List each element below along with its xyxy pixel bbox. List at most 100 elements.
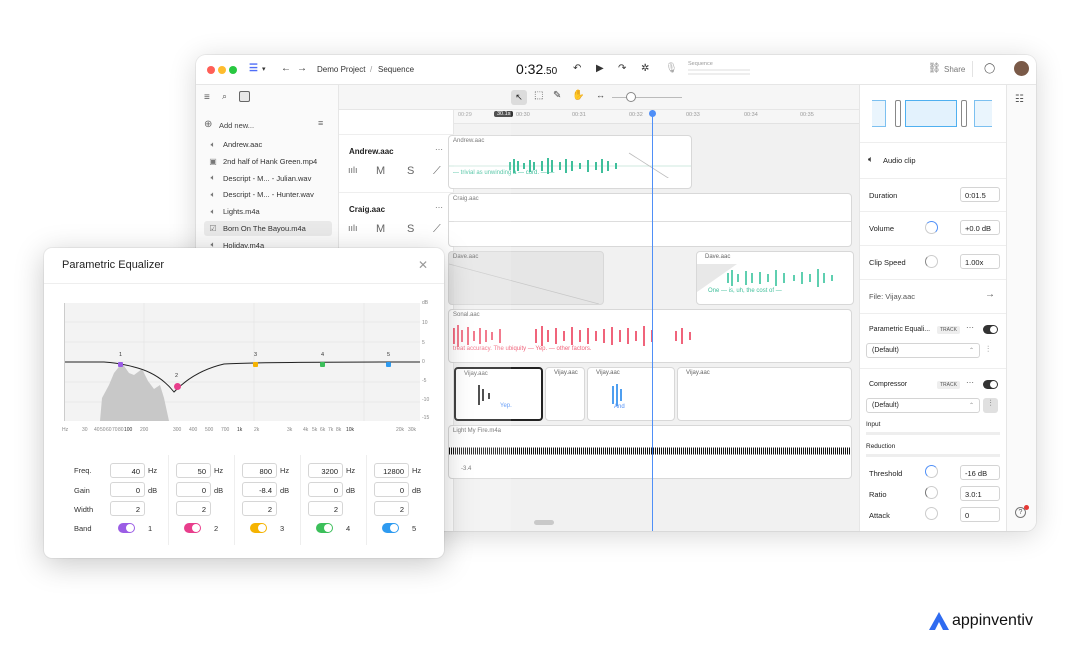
gain-field[interactable]: 0 [176,482,211,497]
chevron-down-icon[interactable]: ▾ [262,65,266,73]
mute-button[interactable]: M [376,165,385,177]
fast-forward-icon[interactable]: ↷ [618,63,626,74]
avatar[interactable] [1014,61,1029,76]
add-icon[interactable]: ⊕ [204,119,212,130]
track-header[interactable]: Andrew.aac ⋯ ıılı M S ⟋ [339,134,454,190]
search-icon[interactable]: ⌕ [222,91,227,102]
time-ruler[interactable]: 00:29 30.1s 00:30 00:31 00:32 00:33 00:3… [454,110,859,124]
threshold-field[interactable]: -16 dB [960,465,1000,480]
properties-icon[interactable]: ☷ [1015,94,1024,105]
attack-field[interactable]: 0 [960,507,1000,522]
close-window-button[interactable] [207,66,215,74]
effects-wand-icon[interactable]: ⟋ [433,165,441,178]
compressor-preset-select[interactable]: (Default) ⌃ [866,398,980,413]
zoom-fit-icon[interactable]: ↔ [596,90,605,100]
threshold-knob[interactable] [925,465,938,478]
freq-field[interactable]: 3200 [308,463,343,478]
duration-field[interactable]: 0:01.5 [960,187,1000,202]
volume-knob[interactable] [925,221,938,234]
clip-speed-field[interactable]: 1.00x [960,254,1000,269]
gain-field[interactable]: 0 [308,482,343,497]
hand-tool-icon[interactable]: ✋ [572,90,584,101]
compressor-toggle[interactable] [983,380,998,389]
app-menu-icon[interactable]: ☰ [249,63,258,74]
eq-band-handle[interactable] [320,362,325,367]
share-button[interactable]: Share [944,65,965,74]
zoom-slider[interactable] [612,97,682,98]
eq-band-handle[interactable] [386,362,391,367]
more-icon[interactable]: ⋯ [435,203,443,212]
band-toggle[interactable] [118,523,135,533]
playhead[interactable] [652,110,653,531]
more-icon[interactable]: ⋯ [966,323,974,332]
effects-icon[interactable]: ✲ [641,63,649,74]
breadcrumb-project[interactable]: Demo Project [317,65,365,74]
effects-wand-icon[interactable]: ⟋ [433,223,441,236]
eq-settings-icon[interactable]: ⫶ [987,344,989,355]
zoom-window-button[interactable] [229,66,237,74]
speed-knob[interactable] [925,255,938,268]
freq-field[interactable]: 40 [110,463,145,478]
select-tool-icon[interactable]: ↖ [511,90,527,105]
sidebar-file-item[interactable]: 🔈︎ Lights.m4a [204,204,332,219]
arrow-right-icon[interactable]: → [985,289,995,300]
band-toggle[interactable] [316,523,333,533]
compressor-settings-icon[interactable]: ⫶ [983,398,998,413]
transcript-words[interactable]: And [614,404,625,410]
more-icon[interactable]: ⋯ [966,378,974,387]
link-icon[interactable]: ⛓ [928,63,941,74]
band-toggle[interactable] [250,523,267,533]
ratio-knob[interactable] [925,486,938,499]
play-icon[interactable]: ▶ [596,63,604,74]
track-header[interactable]: Craig.aac ⋯ ıılı M S ⟋ [339,192,454,248]
solo-button[interactable]: S [407,223,414,235]
more-icon[interactable]: ⋯ [435,145,443,154]
volume-field[interactable]: +0.0 dB [960,220,1000,235]
menu-icon[interactable]: ≡ [204,92,210,103]
close-icon[interactable]: ✕ [418,258,428,272]
eq-toggle[interactable] [983,325,998,334]
sidebar-file-item[interactable]: 🔈︎ Andrew.aac [204,137,332,152]
microphone-icon[interactable]: 🎙 [665,63,678,74]
add-new-button[interactable]: Add new... [219,121,254,130]
ratio-field[interactable]: 3.0:1 [960,486,1000,501]
gain-field[interactable]: -8.4 [242,482,277,497]
band-toggle[interactable] [184,523,201,533]
transcript-words[interactable]: One — is, uh, the cost of — [708,288,782,294]
solo-button[interactable]: S [407,165,414,177]
scroll-handle[interactable] [534,520,554,525]
freq-field[interactable]: 800 [242,463,277,478]
width-field[interactable]: 2 [242,501,277,516]
sidebar-file-item[interactable]: ▣ 2nd half of Hank Green.mp4 [204,154,332,169]
timeline[interactable]: 00:29 30.1s 00:30 00:31 00:32 00:33 00:3… [448,110,859,531]
clip-edge-handle[interactable] [961,100,967,127]
filter-icon[interactable]: ≡ [318,118,323,128]
freq-field[interactable]: 12800 [374,463,409,478]
next-clip-thumb[interactable] [974,100,992,127]
playhead-handle[interactable] [649,110,656,117]
width-field[interactable]: 2 [308,501,343,516]
clip-edge-handle[interactable] [895,100,901,127]
clip-vijay-3[interactable]: Vijay.aac And [587,367,675,421]
sidebar-file-item[interactable]: 🔈︎ Descript - M... - Hunter.wav [204,187,332,202]
eq-band-handle[interactable] [174,383,181,390]
current-clip-thumb[interactable] [905,100,957,127]
eq-band-handle[interactable] [253,362,258,367]
trim-tool-icon[interactable]: ⬚ [534,90,543,101]
width-field[interactable]: 2 [176,501,211,516]
file-row[interactable]: File: Vijay.aac → [860,280,1007,314]
mute-button[interactable]: M [376,223,385,235]
prev-clip-thumb[interactable] [872,100,886,127]
clip-dave-b[interactable]: Dave.aac One — is, uh, the cost of — [696,251,854,305]
check-circle-icon[interactable]: ◯ [984,63,995,74]
eq-band-handle[interactable] [118,362,123,367]
library-icon[interactable] [239,91,250,102]
breadcrumb-sequence[interactable]: Sequence [378,65,414,74]
back-arrow-icon[interactable]: ← [281,63,291,74]
waveform-icon[interactable]: ıılı [348,165,358,175]
freq-field[interactable]: 50 [176,463,211,478]
width-field[interactable]: 2 [374,501,409,516]
clip-vijay-4[interactable]: Vijay.aac [677,367,852,421]
gain-field[interactable]: 0 [110,482,145,497]
clip-vijay-2[interactable]: Vijay.aac [545,367,585,421]
